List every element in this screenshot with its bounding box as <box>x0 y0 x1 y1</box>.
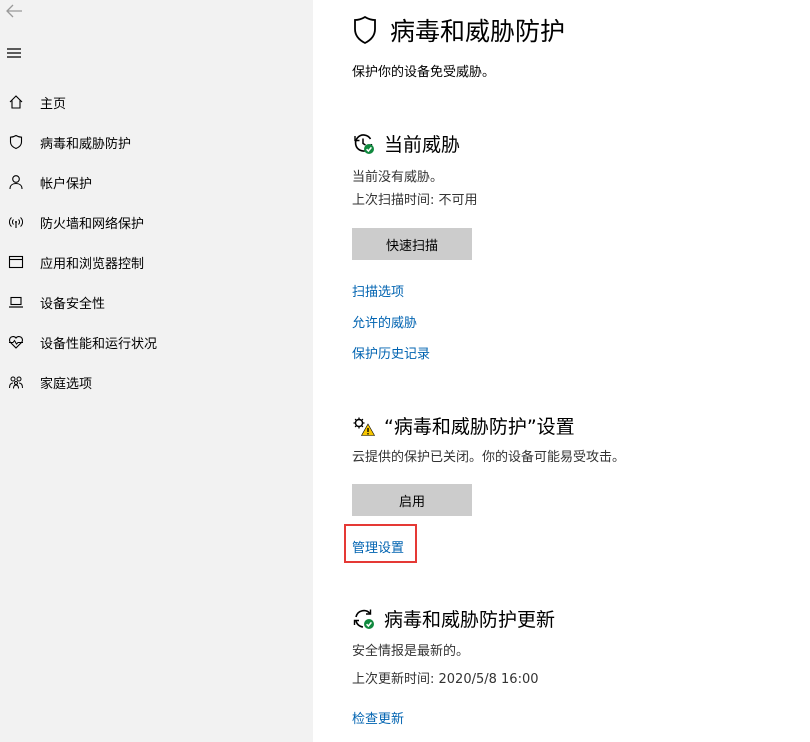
person-icon <box>3 172 29 192</box>
intelligence-status-text: 安全情报是最新的。 <box>352 644 470 659</box>
sidebar-item-device-health[interactable]: 设备性能和运行状况 <box>0 322 313 362</box>
enable-button[interactable]: 启用 <box>352 484 472 516</box>
updates-title: 病毒和威胁防护更新 <box>384 609 556 631</box>
sidebar-item-device-security[interactable]: 设备安全性 <box>0 282 313 322</box>
allowed-threats-link[interactable]: 允许的威胁 <box>352 312 417 331</box>
page-subtitle: 保护你的设备免受威胁。 <box>352 65 496 80</box>
back-arrow-icon <box>6 4 22 18</box>
page-header: 病毒和威胁防护 <box>352 12 565 48</box>
back-button[interactable] <box>0 0 28 22</box>
shield-icon <box>3 132 29 152</box>
hamburger-icon <box>7 48 21 58</box>
sidebar-item-label: 帐户保护 <box>40 176 93 192</box>
sidebar-item-label: 主页 <box>40 96 67 112</box>
sidebar-item-label: 病毒和威胁防护 <box>40 136 132 152</box>
refresh-check-icon <box>353 609 374 629</box>
sidebar-item-firewall[interactable]: 防火墙和网络保护 <box>0 202 313 242</box>
shield-icon <box>354 15 376 45</box>
sidebar-item-virus-protection[interactable]: 病毒和威胁防护 <box>0 122 313 162</box>
sidebar-item-family-options[interactable]: 家庭选项 <box>0 362 313 402</box>
protection-history-link[interactable]: 保护历史记录 <box>352 343 430 362</box>
sidebar-item-label: 设备性能和运行状况 <box>40 336 158 352</box>
laptop-icon <box>3 292 29 312</box>
sidebar-item-label: 家庭选项 <box>40 376 93 392</box>
last-scan-text: 上次扫描时间: 不可用 <box>352 193 478 208</box>
sidebar: 主页 病毒和威胁防护 帐户保护 防火墙和网络保护 应用和浏览器控制 设备安全性 … <box>0 0 313 742</box>
scan-options-link[interactable]: 扫描选项 <box>352 281 404 300</box>
sidebar-item-label: 设备安全性 <box>40 296 106 312</box>
last-update-text: 上次更新时间: 2020/5/8 16:00 <box>352 672 539 687</box>
settings-header: “病毒和威胁防护”设置 <box>352 412 575 439</box>
manage-settings-link[interactable]: 管理设置 <box>352 537 404 556</box>
clock-check-icon <box>354 133 374 154</box>
sidebar-item-home[interactable]: 主页 <box>0 82 313 122</box>
heart-pulse-icon <box>3 332 29 352</box>
sidebar-item-label: 应用和浏览器控制 <box>40 256 145 272</box>
gear-warning-icon <box>353 417 376 436</box>
menu-button[interactable] <box>0 40 28 66</box>
app-window-icon <box>3 252 29 272</box>
family-icon <box>3 372 29 392</box>
current-threats-header: 当前威胁 <box>352 130 460 157</box>
current-threats-title: 当前威胁 <box>384 134 461 156</box>
check-updates-link[interactable]: 检查更新 <box>352 708 404 727</box>
updates-header: 病毒和威胁防护更新 <box>352 605 555 632</box>
sidebar-item-label: 防火墙和网络保护 <box>40 216 145 232</box>
page-title: 病毒和威胁防护 <box>390 17 566 46</box>
sidebar-item-account-protection[interactable]: 帐户保护 <box>0 162 313 202</box>
main-content: 病毒和威胁防护 保护你的设备免受威胁。 当前威胁 当前没有威胁。 上次扫描时间:… <box>313 0 810 742</box>
settings-title: “病毒和威胁防护”设置 <box>384 416 575 438</box>
sidebar-item-app-browser-control[interactable]: 应用和浏览器控制 <box>0 242 313 282</box>
quick-scan-button[interactable]: 快速扫描 <box>352 228 472 260</box>
home-icon <box>3 92 29 112</box>
wifi-antenna-icon <box>3 212 29 232</box>
threat-status-text: 当前没有威胁。 <box>352 170 444 185</box>
windows-security-app: 主页 病毒和威胁防护 帐户保护 防火墙和网络保护 应用和浏览器控制 设备安全性 … <box>0 0 810 742</box>
cloud-protection-status-text: 云提供的保护已关闭。你的设备可能易受攻击。 <box>352 450 626 465</box>
